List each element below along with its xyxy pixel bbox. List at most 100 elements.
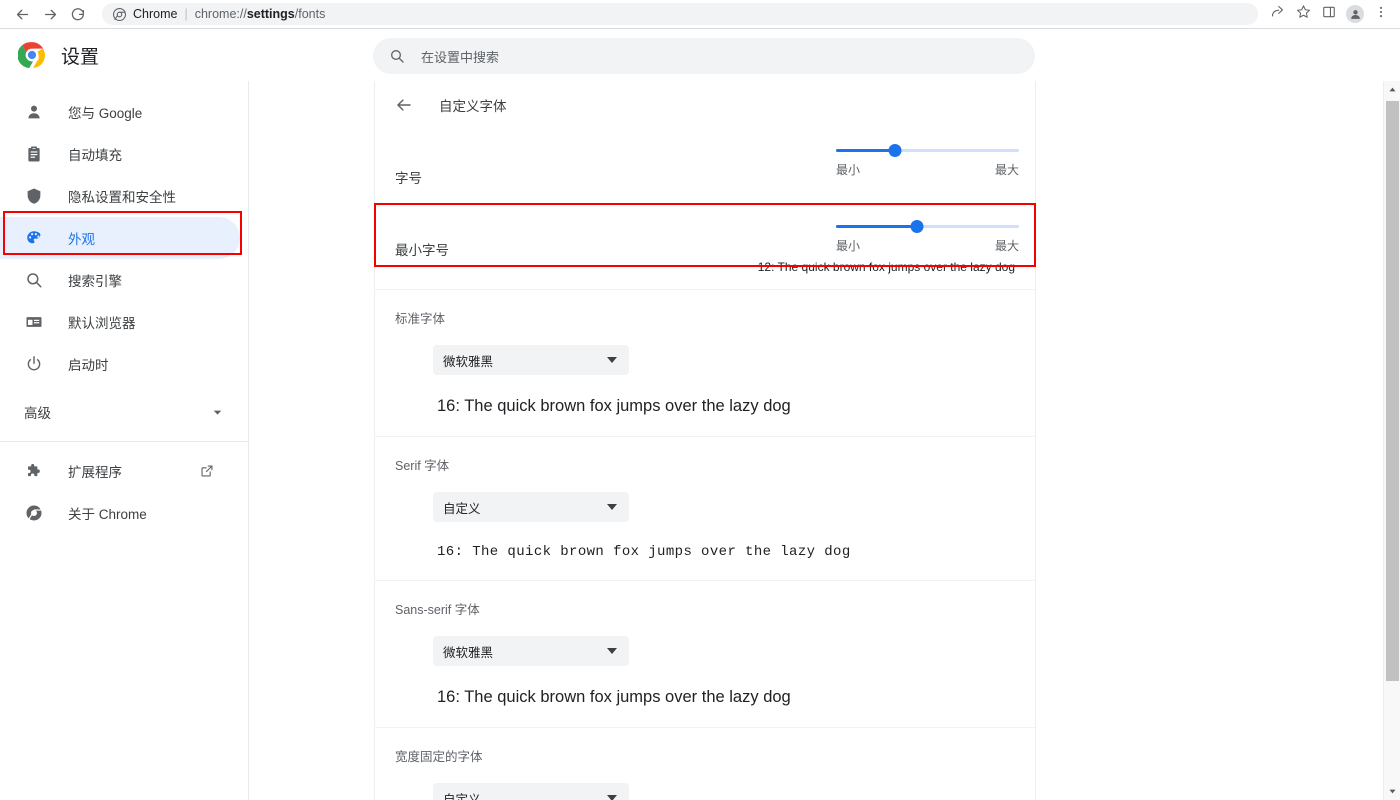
serif-font-value: 自定义 [443, 498, 607, 517]
standard-font-sample: 16: The quick brown fox jumps over the l… [437, 397, 1015, 416]
external-link-icon [200, 464, 214, 478]
minimum-font-size-sample: 12: The quick brown fox jumps over the l… [758, 260, 1015, 274]
sidebar-item-default-browser[interactable]: 默认浏览器 [0, 301, 240, 343]
page-title: 设置 [61, 42, 99, 69]
slider-track[interactable] [836, 225, 1019, 228]
profile-avatar-icon [1346, 5, 1364, 23]
sidebar-item-label: 您与 Google [68, 102, 142, 122]
sidebar-item-about-chrome[interactable]: 关于 Chrome [0, 492, 240, 534]
omnibox-separator: | [184, 7, 187, 21]
arrow-right-icon [42, 6, 59, 23]
sidebar-item-autofill[interactable]: 自动填充 [0, 133, 240, 175]
sidebar-divider [0, 441, 248, 442]
content-scroll-area[interactable]: 自定义字体 字号 最小 最大 最小字号 [250, 81, 1383, 800]
vertical-scrollbar[interactable] [1383, 81, 1400, 800]
serif-font-section: Serif 字体 自定义 16: The quick brown fox jum… [375, 437, 1035, 580]
standard-font-select[interactable]: 微软雅黑 [433, 345, 629, 375]
sans-serif-font-section: Sans-serif 字体 微软雅黑 16: The quick brown f… [375, 581, 1035, 727]
dropdown-arrow-icon [607, 504, 617, 510]
slider-end-labels: 最小 最大 [836, 237, 1019, 254]
sidebar-item-label: 隐私设置和安全性 [68, 186, 176, 206]
chrome-circle-icon [24, 503, 44, 523]
font-size-slider[interactable]: 最小 最大 [836, 141, 1019, 178]
back-button[interactable] [8, 0, 36, 28]
side-panel-button[interactable] [1316, 1, 1342, 27]
slider-max-label: 最大 [995, 237, 1019, 254]
serif-font-select[interactable]: 自定义 [433, 492, 629, 522]
minimum-font-size-label: 最小字号 [395, 217, 449, 259]
sidebar-item-label: 默认浏览器 [68, 312, 136, 332]
slider-end-labels: 最小 最大 [836, 161, 1019, 178]
dropdown-arrow-icon [607, 357, 617, 363]
more-menu-button[interactable] [1368, 1, 1394, 27]
serif-font-label: Serif 字体 [395, 455, 1015, 474]
content-page-title: 自定义字体 [439, 95, 507, 115]
settings-content-card: 自定义字体 字号 最小 最大 最小字号 [374, 81, 1036, 800]
sidebar-advanced-toggle[interactable]: 高级 [0, 391, 248, 433]
shield-icon [24, 186, 44, 206]
clipboard-icon [24, 144, 44, 164]
arrow-left-icon [14, 6, 31, 23]
slider-thumb[interactable] [888, 144, 901, 157]
profile-button[interactable] [1342, 1, 1368, 27]
search-icon [389, 48, 405, 64]
sans-serif-font-select[interactable]: 微软雅黑 [433, 636, 629, 666]
browser-window-icon [24, 312, 44, 332]
forward-button[interactable] [36, 0, 64, 28]
sidebar-advanced-label: 高级 [24, 402, 211, 422]
fixed-width-font-label: 宽度固定的字体 [395, 746, 1015, 765]
share-button[interactable] [1264, 1, 1290, 27]
slider-track[interactable] [836, 149, 1019, 152]
arrow-back-icon[interactable] [393, 94, 415, 116]
font-size-section: 字号 最小 最大 [375, 128, 1035, 204]
sidebar-item-you-and-google[interactable]: 您与 Google [0, 91, 240, 133]
omnibox-url: chrome://settings/fonts [195, 7, 326, 21]
sidebar-item-label: 外观 [68, 228, 95, 248]
sidebar-item-label: 搜索引擎 [68, 270, 122, 290]
url-suffix: /fonts [295, 7, 326, 21]
minimum-font-size-slider[interactable]: 最小 最大 [836, 217, 1019, 254]
chrome-favicon [112, 7, 126, 21]
sidebar-item-on-startup[interactable]: 启动时 [0, 343, 240, 385]
content-header: 自定义字体 [375, 81, 1035, 128]
minimum-font-size-section: 最小字号 最小 最大 12: The quick brown fox jumps… [375, 204, 1035, 289]
slider-min-label: 最小 [836, 161, 860, 178]
search-placeholder: 在设置中搜索 [421, 47, 499, 66]
chevron-down-icon [211, 406, 224, 419]
scrollbar-thumb[interactable] [1386, 101, 1399, 681]
scroll-up-arrow-icon[interactable] [1384, 81, 1400, 98]
settings-header: 设置 在设置中搜索 [0, 29, 1400, 81]
sans-serif-font-label: Sans-serif 字体 [395, 599, 1015, 618]
slider-thumb[interactable] [910, 220, 923, 233]
sans-serif-font-sample: 16: The quick brown fox jumps over the l… [437, 688, 1015, 707]
sidebar-item-search-engine[interactable]: 搜索引擎 [0, 259, 240, 301]
bookmark-button[interactable] [1290, 1, 1316, 27]
dropdown-arrow-icon [607, 648, 617, 654]
reload-button[interactable] [64, 0, 92, 28]
more-menu-icon [1374, 5, 1388, 24]
slider-min-label: 最小 [836, 237, 860, 254]
scroll-down-arrow-icon[interactable] [1384, 783, 1400, 800]
dropdown-arrow-icon [607, 795, 617, 800]
slider-fill [836, 225, 917, 228]
url-prefix: chrome:// [195, 7, 247, 21]
sidebar-item-privacy-security[interactable]: 隐私设置和安全性 [0, 175, 240, 217]
sidebar-item-label: 关于 Chrome [68, 503, 147, 523]
search-input[interactable]: 在设置中搜索 [373, 38, 1035, 74]
sans-serif-font-value: 微软雅黑 [443, 642, 607, 661]
sidebar-item-label: 扩展程序 [68, 461, 122, 481]
sidebar: 您与 Google 自动填充 隐私设置和安全性 外观 搜索引擎 默认浏览器 [0, 81, 249, 800]
power-icon [24, 354, 44, 374]
puzzle-icon [24, 461, 44, 481]
address-bar[interactable]: Chrome | chrome://settings/fonts [102, 3, 1258, 25]
fixed-width-font-section: 宽度固定的字体 自定义 [375, 728, 1035, 800]
palette-icon [24, 228, 44, 248]
sidebar-item-label: 启动时 [68, 354, 109, 374]
fixed-width-font-select[interactable]: 自定义 [433, 783, 629, 800]
search-icon [24, 270, 44, 290]
slider-max-label: 最大 [995, 161, 1019, 178]
serif-font-sample: 16: The quick brown fox jumps over the l… [437, 544, 1015, 560]
sidebar-item-appearance[interactable]: 外观 [0, 217, 240, 259]
sidebar-item-extensions[interactable]: 扩展程序 [0, 450, 240, 492]
standard-font-label: 标准字体 [395, 308, 1015, 327]
